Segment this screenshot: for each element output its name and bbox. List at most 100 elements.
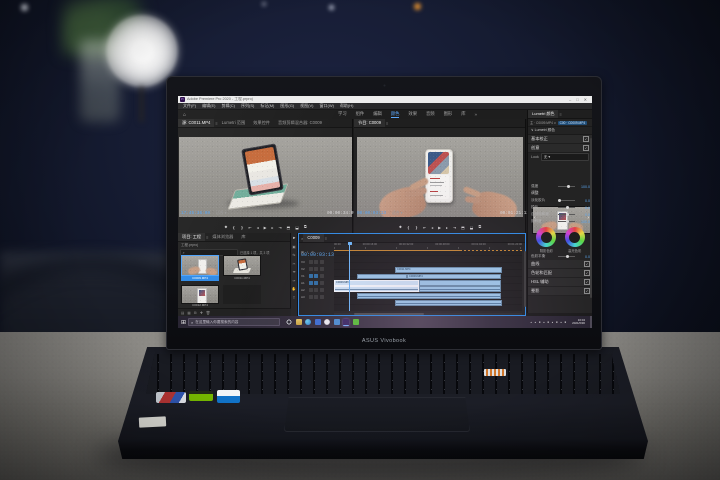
lift-icon[interactable]: ⬒ xyxy=(461,225,465,230)
system-tray-icons[interactable]: ▴ ● ■ ● ■ ● ■ ● ■ xyxy=(531,321,568,324)
photos-app-icon[interactable] xyxy=(324,319,331,325)
menu-graphics[interactable]: 图形(G) xyxy=(280,103,294,109)
tab-media-browser[interactable]: 媒体浏览器 xyxy=(208,233,237,241)
edge-browser-icon[interactable] xyxy=(305,319,312,325)
lumetri-section-wheels-match[interactable]: 色轮和匹配 ✓ xyxy=(528,269,592,278)
go-to-in-icon[interactable]: ⇤ xyxy=(423,225,426,230)
playhead[interactable] xyxy=(349,242,350,311)
source-fit-dropdown[interactable]: 适合 ▾ xyxy=(216,210,227,216)
mark-in-icon[interactable]: ❴ xyxy=(407,225,410,230)
step-back-icon[interactable]: ◂ xyxy=(257,225,259,230)
step-back-icon[interactable]: ◂ xyxy=(431,225,433,230)
workspace-graphics[interactable]: 图形 xyxy=(444,111,453,118)
highlight-tint-wheel[interactable] xyxy=(564,227,585,247)
go-to-out-icon[interactable]: ⇥ xyxy=(453,225,456,230)
selection-tool-icon[interactable]: ➤ xyxy=(292,236,295,240)
timeline-clip-selected[interactable]: C0009.MP4 xyxy=(334,279,419,286)
close-button[interactable]: ✕ xyxy=(584,97,590,102)
start-button-icon[interactable]: ⊞ xyxy=(181,319,186,326)
add-marker-icon[interactable]: ⬥ xyxy=(399,225,402,229)
premiere-app-icon[interactable] xyxy=(343,318,350,326)
timeline-hscrollbar[interactable] xyxy=(334,312,522,315)
timeline-audio-clip-selected[interactable] xyxy=(334,286,419,292)
taskbar-clock[interactable]: 16:04 2021/6/30 xyxy=(572,318,585,326)
track-select-tool-icon[interactable]: ▣ xyxy=(292,245,295,249)
timeline-clip[interactable]: C0011.MP4 xyxy=(395,267,502,273)
track-header-a2[interactable]: A2 xyxy=(299,286,334,293)
menu-edit[interactable]: 编辑(E) xyxy=(202,103,215,109)
source-video-preview[interactable] xyxy=(179,137,352,217)
lumetri-section-hsl[interactable]: HSL 辅助 ✓ xyxy=(528,278,592,287)
lumetri-section-curves[interactable]: 曲线 ✓ xyxy=(528,260,592,269)
tab-lumetri-scopes[interactable]: Lumetri 范围 xyxy=(218,119,250,127)
pen-tool-icon[interactable]: ✑ xyxy=(292,279,295,283)
saturation-slider[interactable]: 饱和度 100.0 xyxy=(528,218,592,225)
tint-balance-slider[interactable]: 色彩平衡 0.0 xyxy=(528,253,592,260)
tab-libraries[interactable]: 库 xyxy=(237,233,249,241)
panel-menu-icon[interactable]: ≡ xyxy=(325,236,327,241)
ripple-edit-tool-icon[interactable]: ⇆ xyxy=(292,253,295,257)
workspace-audio[interactable]: 音频 xyxy=(426,111,435,118)
workspace-overflow-icon[interactable]: » xyxy=(474,112,477,117)
timeline-ruler[interactable]: 00:00 00:00:16:00 00:00:32:00 00:00:48:0… xyxy=(334,243,522,246)
project-clip-item[interactable]: C0011.MP4 xyxy=(223,255,261,282)
lumetri-scrollbar[interactable] xyxy=(590,138,592,298)
timeline-clip[interactable]: C0009.MP4 xyxy=(407,273,501,279)
razor-tool-icon[interactable]: ✂ xyxy=(292,262,295,266)
timeline-audio-clip[interactable] xyxy=(357,293,501,299)
track-header-v2[interactable]: V2 xyxy=(299,265,334,272)
home-icon[interactable]: ⌂ xyxy=(183,112,186,118)
overwrite-icon[interactable]: ⬓ xyxy=(295,225,299,230)
timeline-audio-clip[interactable] xyxy=(419,286,501,292)
timeline-clip[interactable] xyxy=(357,273,407,279)
lumetri-effect-name[interactable]: ∨ Lumetri 颜色 xyxy=(531,128,555,133)
timeline-toolbar-icons[interactable]: ▦ ⌖ ⚙ ⋯ xyxy=(301,250,321,254)
playhead-handle[interactable] xyxy=(347,242,352,245)
lumetri-selected-clip[interactable]: C00 · C0009.MP4 xyxy=(558,120,587,125)
play-icon[interactable]: ▶ xyxy=(264,225,267,230)
track-header-a1[interactable]: A1 xyxy=(299,279,334,286)
tab-program-monitor[interactable]: 节目: C0009 xyxy=(354,119,386,127)
workspace-effects[interactable]: 效果 xyxy=(408,111,417,118)
timeline-vscrollbar[interactable] xyxy=(523,251,526,307)
play-icon[interactable]: ▶ xyxy=(438,225,441,230)
export-frame-icon[interactable]: ⧉ xyxy=(304,225,307,229)
type-tool-icon[interactable]: T xyxy=(293,296,295,300)
tab-lumetri-color[interactable]: Lumetri 颜色 xyxy=(528,110,559,118)
mark-out-icon[interactable]: ❵ xyxy=(240,225,243,230)
project-clip-item[interactable]: C0009.MP4 xyxy=(181,255,219,282)
sharpen-slider[interactable]: 锐化 0.0 xyxy=(528,204,592,211)
track-header-v1[interactable]: V1 xyxy=(299,272,334,279)
show-desktop-button[interactable] xyxy=(590,316,592,328)
workspace-color[interactable]: 颜色 xyxy=(390,111,400,118)
faded-film-slider[interactable]: 淡化胶片 0.0 xyxy=(528,197,592,204)
taskbar-search-input[interactable]: ⌕ 在这里输入你要搜索的内容 xyxy=(188,318,281,326)
lumetri-section-creative[interactable]: 创意 ✓ xyxy=(528,144,592,153)
workspace-libraries[interactable]: 库 xyxy=(461,111,465,118)
intensity-slider[interactable]: 强度 100.0 xyxy=(528,183,592,190)
mark-in-icon[interactable]: ❴ xyxy=(232,225,235,230)
program-fit-dropdown[interactable]: 适合 ▾ xyxy=(392,210,403,216)
step-forward-icon[interactable]: ▸ xyxy=(446,225,448,230)
file-explorer-icon[interactable] xyxy=(295,319,302,325)
menu-help[interactable]: 帮助(H) xyxy=(340,103,354,109)
export-frame-icon[interactable]: ⧉ xyxy=(478,225,481,229)
touchpad[interactable] xyxy=(284,397,470,432)
extract-icon[interactable]: ⬓ xyxy=(470,225,474,230)
task-view-icon[interactable] xyxy=(286,319,293,325)
lumetri-master-clip[interactable]: 主 · C0009.MP4 ∨ xyxy=(530,120,556,125)
premiere-titlebar[interactable]: Pr Adobe Premiere Pro 2020 - 工程.prproj –… xyxy=(178,96,592,103)
program-video-preview[interactable] xyxy=(357,137,523,217)
menu-view[interactable]: 视图(V) xyxy=(300,103,313,109)
track-header-a3[interactable]: A3 xyxy=(299,293,334,300)
panel-menu-icon[interactable]: ≡ xyxy=(386,121,388,126)
project-clip-item[interactable]: C0012.MP4 xyxy=(181,285,219,307)
tab-sequence[interactable]: C0009 xyxy=(303,234,324,242)
look-dropdown[interactable]: 无 ▾ xyxy=(540,153,589,161)
enter-key-accent[interactable] xyxy=(484,369,506,376)
wechat-app-icon[interactable] xyxy=(352,319,359,325)
workspace-editing[interactable]: 编辑 xyxy=(373,111,382,118)
project-footer-icons[interactable]: ▤ ▦ ⊞ ✚ 🗑 xyxy=(181,311,211,315)
checkbox-icon[interactable]: ✓ xyxy=(583,136,589,142)
go-to-in-icon[interactable]: ⇤ xyxy=(249,225,252,230)
